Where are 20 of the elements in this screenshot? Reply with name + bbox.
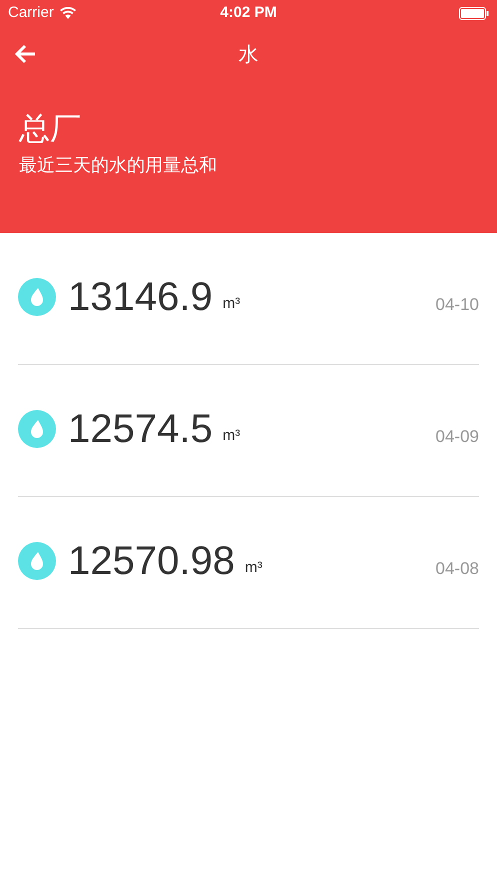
wifi-icon [60,7,76,19]
reading-value: 12574.5 [68,406,213,452]
reading-unit: m³ [244,558,262,578]
reading-date: 04-10 [436,294,479,316]
battery-icon [459,6,489,20]
back-button[interactable] [14,42,38,66]
water-drop-icon [18,542,56,580]
nav-title: 水 [238,41,258,68]
reading-date: 04-08 [436,558,479,580]
reading-unit: m³ [222,294,240,314]
reading-value: 13146.9 [68,274,213,320]
carrier-label: Carrier [8,2,54,23]
reading-unit: m³ [222,426,240,446]
status-time: 4:02 PM [220,2,277,23]
water-drop-icon [18,278,56,316]
water-drop-icon [18,410,56,448]
header-title: 总厂 [19,114,82,145]
header-subtitle: 最近三天的水的用量总和 [19,157,218,175]
reading-date: 04-09 [436,426,479,448]
reading-value: 12570.98 [68,538,235,584]
